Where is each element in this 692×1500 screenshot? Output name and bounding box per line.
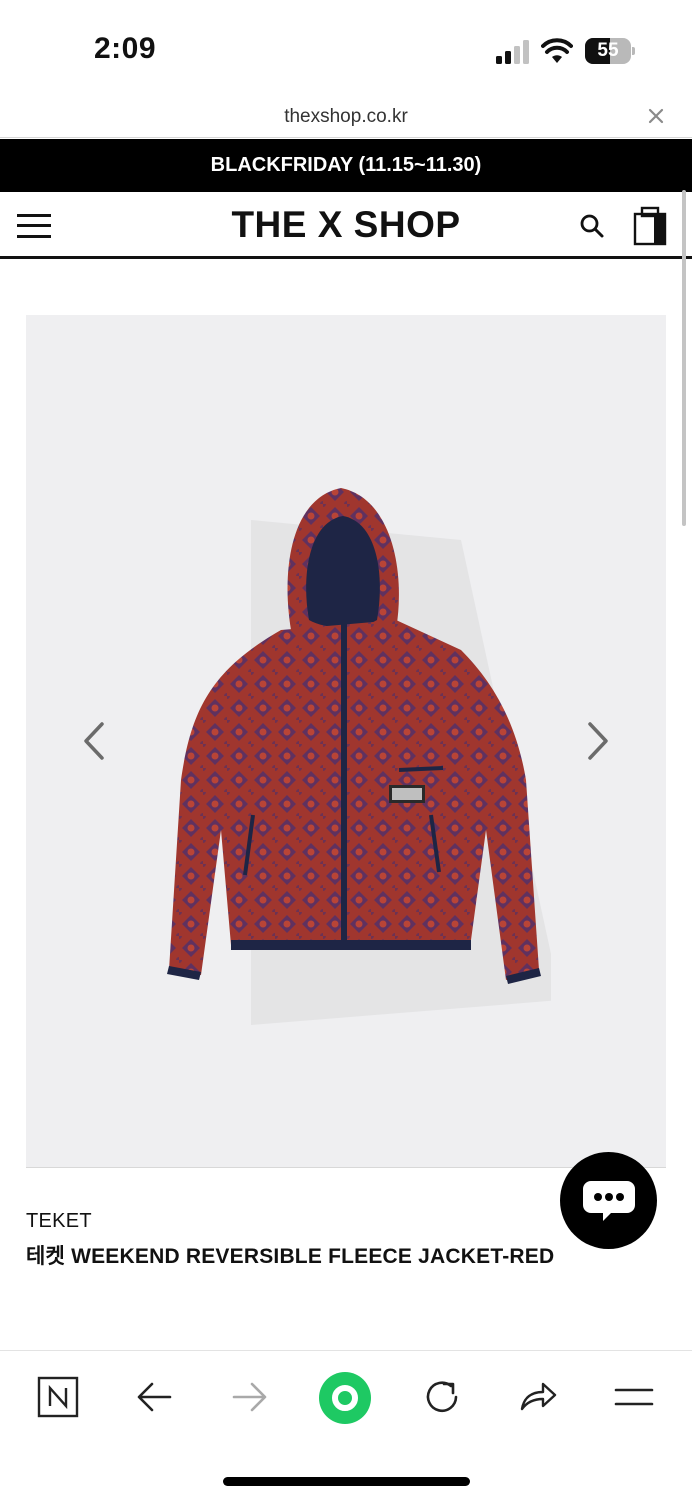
chat-button[interactable] xyxy=(560,1152,657,1249)
close-icon[interactable] xyxy=(646,106,666,126)
status-time: 2:09 xyxy=(94,32,157,65)
back-icon[interactable] xyxy=(132,1375,176,1419)
bag-icon[interactable] xyxy=(633,206,667,246)
product-name: 테켓 WEEKEND REVERSIBLE FLEECE JACKET-RED xyxy=(26,1245,555,1268)
promo-banner[interactable]: BLACKFRIDAY (11.15~11.30) xyxy=(0,139,692,192)
naver-icon[interactable] xyxy=(36,1375,80,1419)
home-icon[interactable] xyxy=(318,1371,372,1425)
address-bar[interactable]: thexshop.co.kr xyxy=(0,100,692,138)
wifi-icon xyxy=(541,38,573,63)
home-indicator xyxy=(223,1477,470,1486)
tabs-menu-icon[interactable] xyxy=(612,1375,656,1419)
product-image[interactable] xyxy=(26,315,666,1168)
battery-level: 55 xyxy=(597,40,619,61)
search-icon[interactable] xyxy=(579,213,605,239)
cellular-signal-icon xyxy=(496,40,529,64)
chevron-right-icon[interactable] xyxy=(578,718,618,764)
status-bar: 2:09 55 xyxy=(0,0,692,100)
site-header: THE X SHOP xyxy=(0,192,692,259)
battery-icon: 55 xyxy=(585,38,635,64)
chat-icon xyxy=(583,1181,635,1221)
browser-toolbar xyxy=(0,1350,692,1500)
page-scrollbar[interactable] xyxy=(682,190,686,526)
share-icon[interactable] xyxy=(516,1375,560,1419)
chevron-left-icon[interactable] xyxy=(74,718,114,764)
jacket-image xyxy=(167,488,551,1025)
refresh-icon[interactable] xyxy=(420,1375,464,1419)
url-text[interactable]: thexshop.co.kr xyxy=(0,106,692,128)
product-brand[interactable]: TEKET xyxy=(26,1210,92,1233)
forward-icon[interactable] xyxy=(228,1375,272,1419)
